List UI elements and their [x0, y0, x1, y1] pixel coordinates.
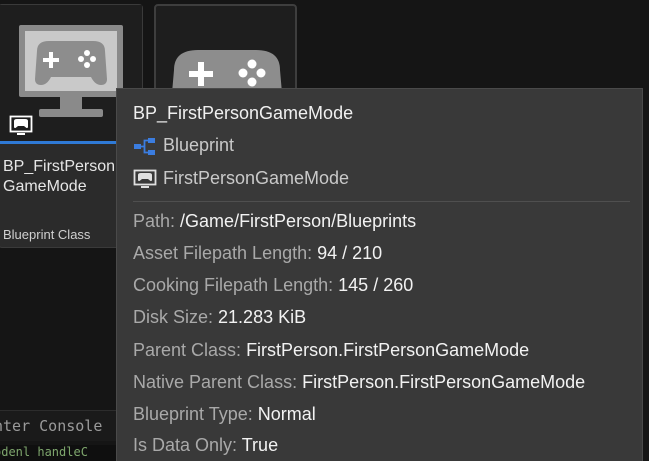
property-key: Path: — [133, 211, 176, 231]
content-browser: BP_FirstPerson GameMode Blueprint Class … — [0, 0, 649, 461]
blueprint-icon — [134, 137, 155, 155]
gamemode-badge-icon — [9, 115, 33, 137]
gamemode-badge-icon — [133, 169, 157, 188]
property-value: FirstPerson.FirstPersonGameMode — [246, 340, 530, 360]
property-key: Is Data Only: — [133, 435, 238, 455]
property-key: Disk Size: — [133, 307, 214, 327]
property-value: Normal — [257, 404, 316, 424]
console-header: nter Console — [0, 417, 103, 435]
property-row: Cooking Filepath Length: 145 / 260 — [133, 275, 413, 296]
property-key: Cooking Filepath Length: — [133, 275, 334, 295]
property-row: Native Parent Class: FirstPerson.FirstPe… — [133, 372, 585, 393]
property-key: Asset Filepath Length: — [133, 243, 313, 263]
property-row: Path: /Game/FirstPerson/Blueprints — [133, 211, 416, 232]
property-value: 94 / 210 — [317, 243, 383, 263]
property-row: Disk Size: 21.283 KiB — [133, 307, 306, 328]
tooltip-parent-label: FirstPersonGameMode — [163, 168, 350, 188]
asset-tooltip: BP_FirstPersonGameMode Blueprint FirstPe… — [116, 88, 643, 461]
property-value: /Game/FirstPerson/Blueprints — [180, 211, 417, 231]
property-key: Native Parent Class: — [133, 372, 298, 392]
property-row: Blueprint Type: Normal — [133, 404, 316, 425]
gamepad-monitor-icon — [19, 25, 123, 117]
property-row: Asset Filepath Length: 94 / 210 — [133, 243, 382, 264]
property-row: Is Data Only: True — [133, 435, 278, 456]
property-row: Parent Class: FirstPerson.FirstPersonGam… — [133, 340, 529, 361]
tooltip-type-label: Blueprint — [163, 135, 235, 155]
property-value: 145 / 260 — [338, 275, 414, 295]
console-log-text: odenl handleC — [0, 445, 88, 459]
console-input-bar[interactable]: nter Console — [0, 410, 120, 441]
tooltip-title: BP_FirstPersonGameMode — [133, 103, 354, 123]
property-value: 21.283 KiB — [218, 307, 307, 327]
console-log: odenl handleC — [0, 445, 120, 461]
property-value: FirstPerson.FirstPersonGameMode — [302, 372, 586, 392]
tooltip-type: Blueprint — [133, 135, 234, 156]
property-value: True — [241, 435, 279, 455]
tooltip-parent: FirstPersonGameMode — [133, 168, 349, 189]
property-key: Parent Class: — [133, 340, 242, 360]
property-key: Blueprint Type: — [133, 404, 253, 424]
asset-class: Blueprint Class — [3, 227, 91, 242]
tooltip-separator — [133, 201, 630, 202]
